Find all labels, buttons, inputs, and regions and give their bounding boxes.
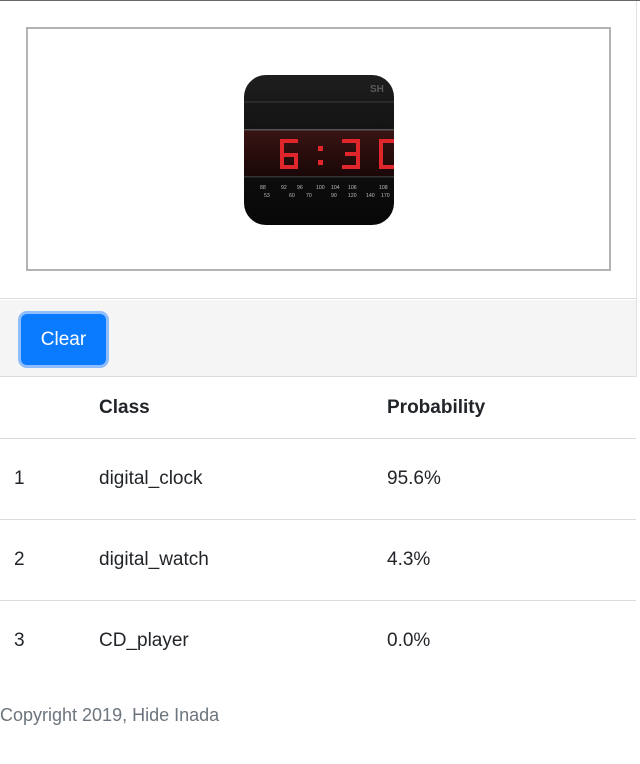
svg-text:70: 70 (306, 193, 312, 199)
table-row: 3 CD_player 0.0% (0, 600, 636, 681)
copyright-text: Copyright 2019, Hide Inada (0, 705, 220, 725)
class-cell: digital_watch (99, 519, 387, 601)
uploaded-image-preview: SH 88 92 96 100 104 106 108 53 60 70 90 … (244, 75, 394, 225)
table-row: 1 digital_clock 95.6% (0, 438, 636, 520)
svg-text:104: 104 (331, 185, 340, 191)
table-header-row: Class Probability (0, 378, 636, 439)
svg-text:170: 170 (381, 193, 390, 199)
rank-cell: 1 (0, 438, 99, 520)
svg-text:100: 100 (316, 185, 325, 191)
results-table: Class Probability 1 digital_clock 95.6% … (0, 378, 636, 681)
table-row: 2 digital_watch 4.3% (0, 519, 636, 601)
svg-text:140: 140 (366, 193, 375, 199)
svg-text:60: 60 (289, 193, 295, 199)
probability-cell: 4.3% (387, 519, 636, 601)
svg-text:88: 88 (260, 185, 266, 191)
svg-text:92: 92 (281, 185, 287, 191)
card-footer: Clear (0, 300, 636, 377)
rank-cell: 3 (14, 629, 25, 651)
card-body: SH 88 92 96 100 104 106 108 53 60 70 90 … (0, 1, 636, 299)
rank-cell: 2 (0, 519, 99, 601)
digital-clock-image: SH 88 92 96 100 104 106 108 53 60 70 90 … (244, 75, 394, 225)
svg-text:120: 120 (348, 193, 357, 199)
svg-text:106: 106 (348, 185, 357, 191)
probability-cell: 0.0% (387, 629, 431, 651)
image-drop-zone[interactable]: SH 88 92 96 100 104 106 108 53 60 70 90 … (26, 27, 611, 271)
clear-button[interactable]: Clear (21, 314, 106, 365)
classifier-card: SH 88 92 96 100 104 106 108 53 60 70 90 … (0, 1, 637, 377)
probability-cell: 95.6% (387, 438, 636, 520)
probability-header: Probability (387, 378, 636, 439)
svg-text:90: 90 (331, 193, 337, 199)
class-cell: digital_clock (99, 438, 387, 520)
svg-text:53: 53 (264, 193, 270, 199)
rank-header (0, 378, 99, 439)
class-cell: CD_player (99, 629, 189, 651)
svg-text:108: 108 (379, 185, 388, 191)
svg-text:96: 96 (297, 185, 303, 191)
class-header: Class (99, 378, 387, 439)
brand-logo-text: SH (370, 84, 384, 95)
